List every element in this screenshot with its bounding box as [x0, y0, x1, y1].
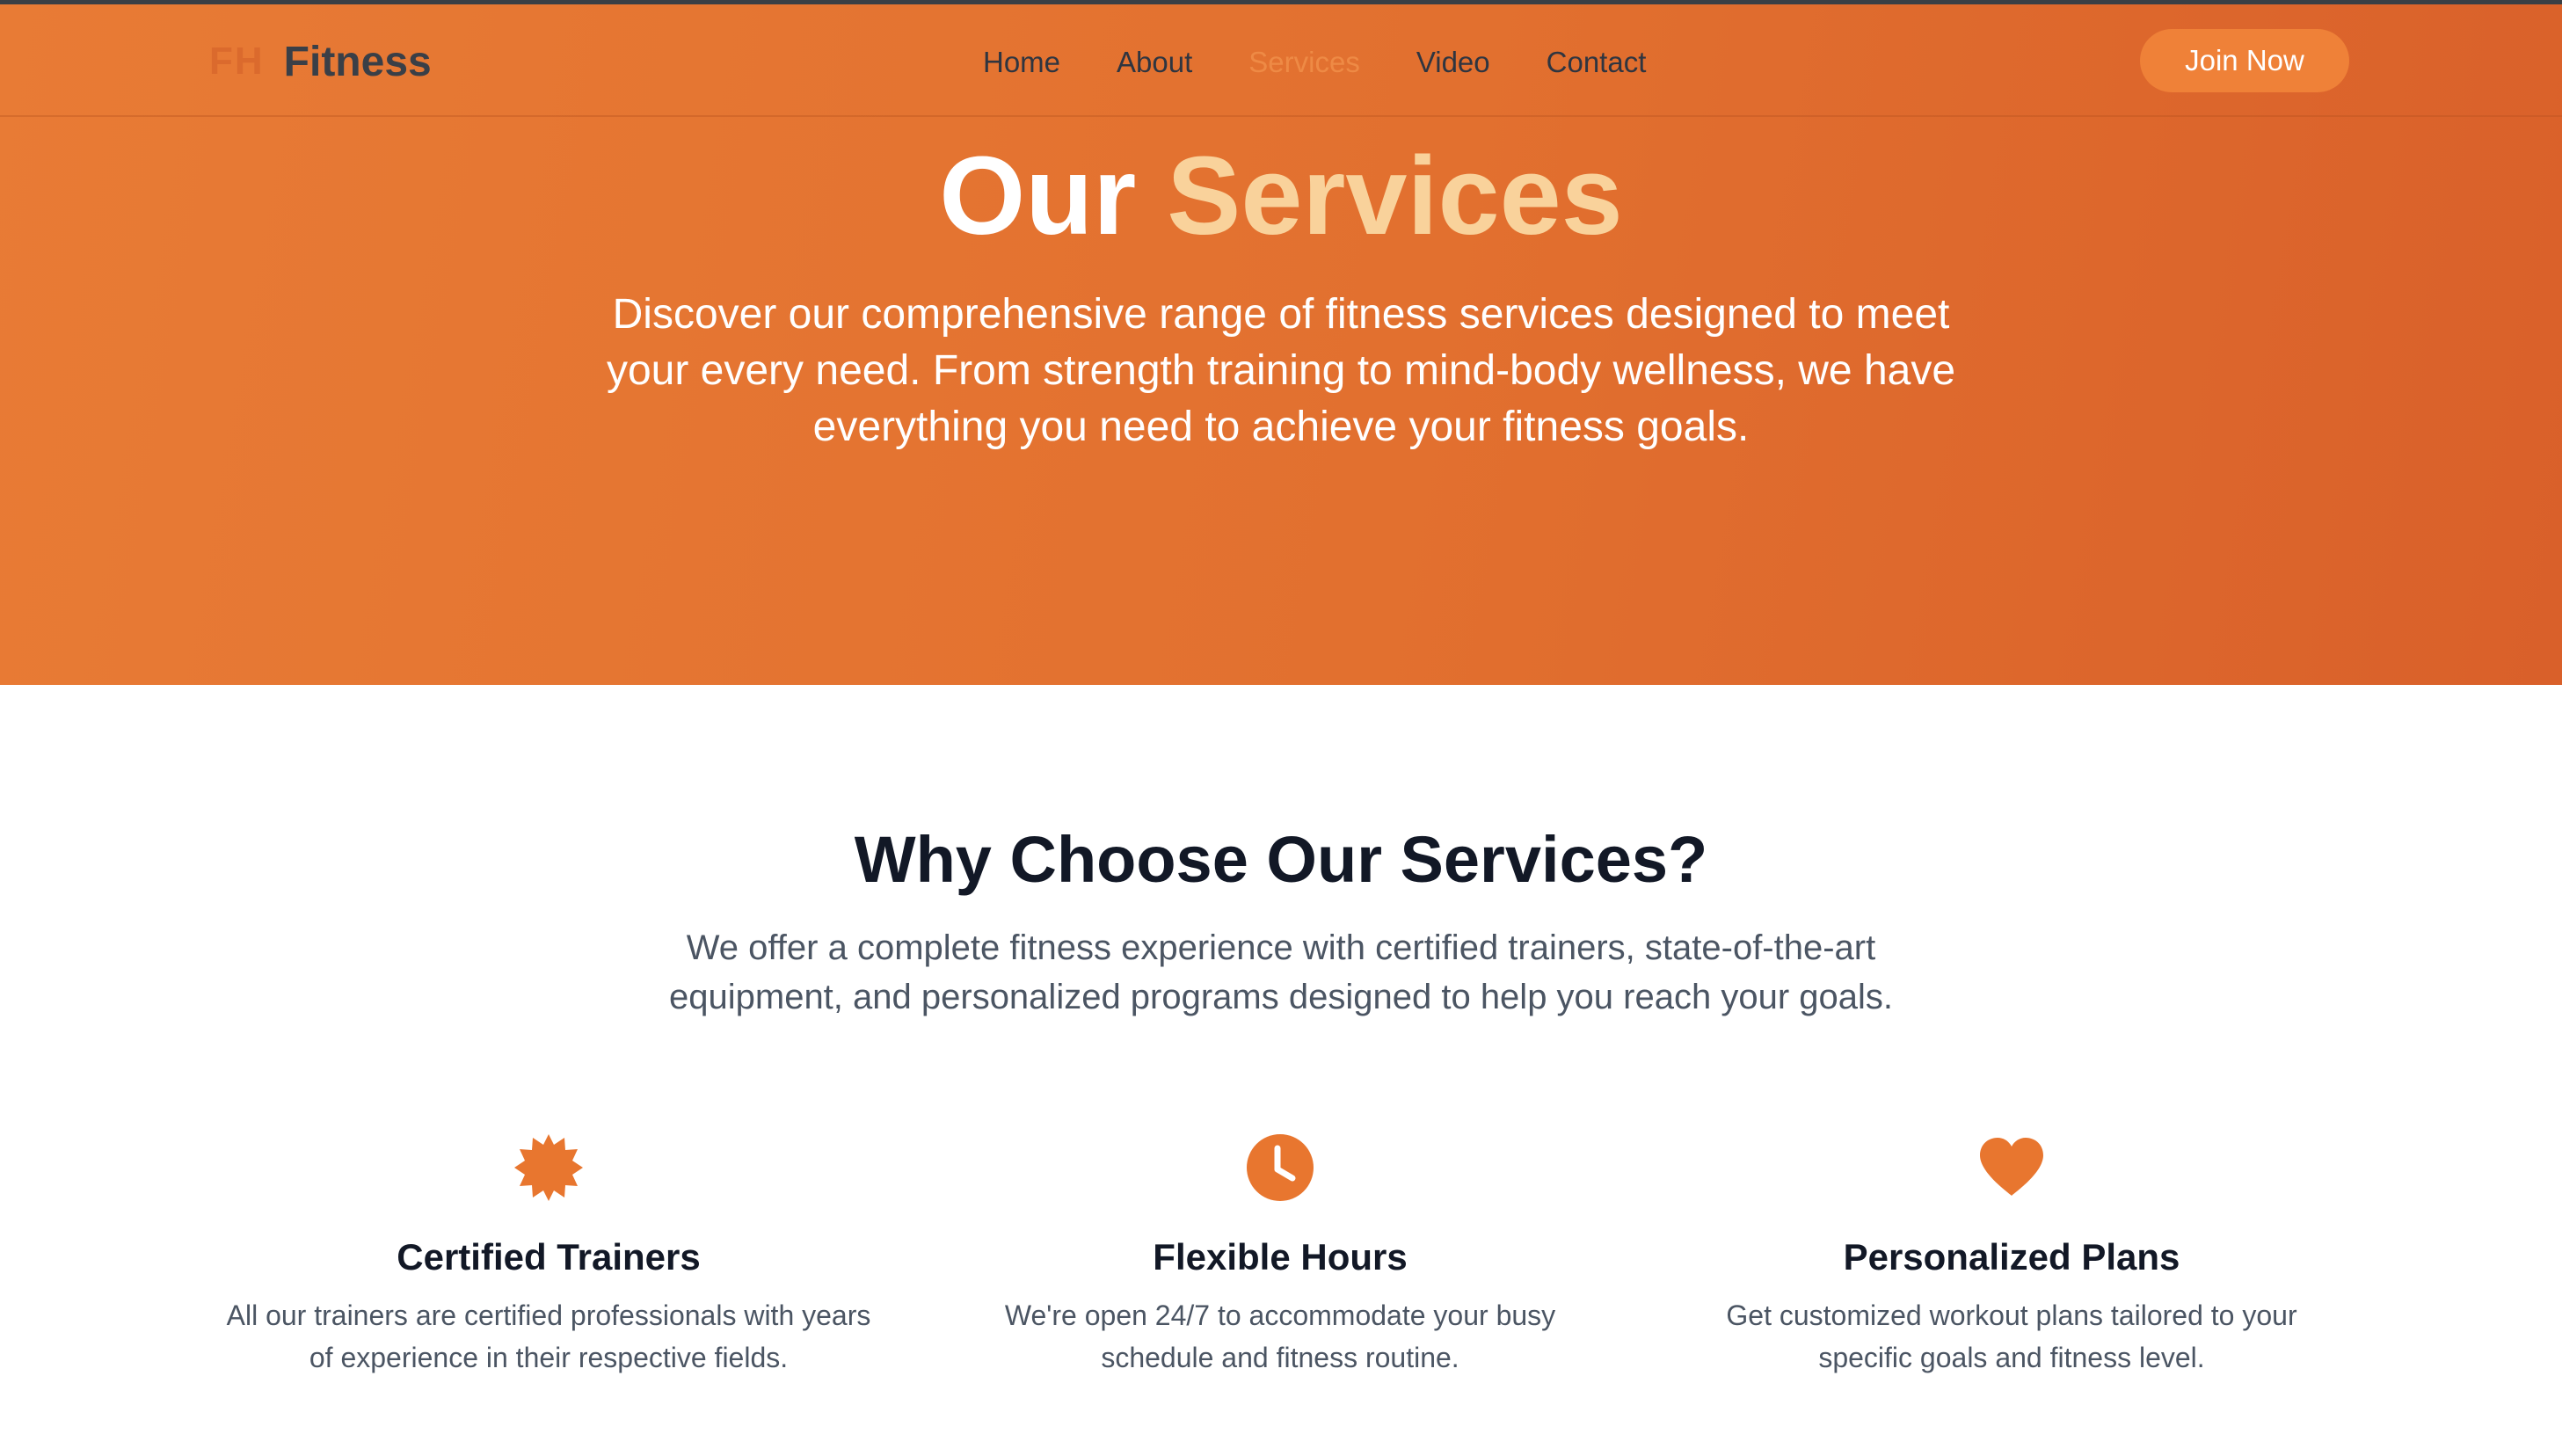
nav-link-contact[interactable]: Contact [1547, 46, 1647, 79]
feature-card-flexible-hours: Flexible Hours We're open 24/7 to accomm… [946, 1132, 1614, 1379]
hero-section: FH Fitness Home About Services Video Con… [0, 0, 2562, 685]
nav-link-about[interactable]: About [1117, 46, 1192, 79]
hero-title-accent: Services [1167, 134, 1623, 258]
nav-link-home[interactable]: Home [983, 46, 1060, 79]
feature-title: Flexible Hours [1153, 1236, 1408, 1278]
nav-link-services[interactable]: Services [1248, 46, 1360, 79]
feature-text: We're open 24/7 to accommodate your busy… [1004, 1299, 1556, 1373]
feature-title: Personalized Plans [1843, 1236, 2180, 1278]
brand-logo[interactable]: FH Fitness [209, 31, 432, 92]
why-choose-title: Why Choose Our Services? [854, 823, 1708, 896]
heart-icon [1980, 1138, 2043, 1196]
nav-links: Home About Services Video Contact [983, 36, 1646, 89]
nav-link-video[interactable]: Video [1416, 46, 1490, 79]
why-choose-description: We offer a complete fitness experience w… [669, 928, 1893, 1016]
feature-title: Certified Trainers [397, 1236, 701, 1278]
hero-title-part1: Our [939, 134, 1137, 258]
feature-text: All our trainers are certified professio… [226, 1299, 871, 1373]
feature-card-certified-trainers: Certified Trainers All our trainers are … [215, 1132, 883, 1379]
join-now-button[interactable]: Join Now [2140, 29, 2349, 92]
clock-icon [1247, 1134, 1314, 1201]
feature-card-personalized-plans: Personalized Plans Get customized workou… [1678, 1132, 2346, 1379]
badge-icon [514, 1134, 583, 1201]
brand-name: Fitness [283, 38, 432, 85]
navbar: FH Fitness Home About Services Video Con… [0, 4, 2562, 117]
hero-title: Our Services [0, 130, 2562, 262]
feature-text: Get customized workout plans tailored to… [1726, 1299, 2297, 1373]
hero-description: Discover our comprehensive range of fitn… [606, 291, 1956, 450]
brand-mark-icon: FH [209, 40, 265, 83]
